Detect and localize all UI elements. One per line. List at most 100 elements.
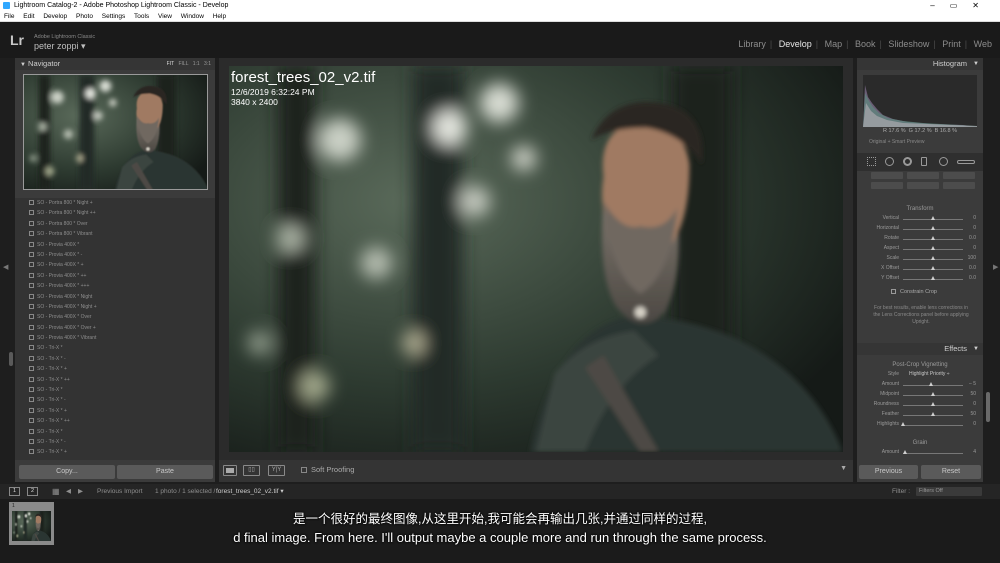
right-scrollbar[interactable] <box>986 392 990 422</box>
preset-item[interactable]: SO - Tri-X * <box>15 343 215 353</box>
slider-value[interactable]: 0.0 <box>969 275 976 281</box>
slider-knob-icon[interactable] <box>930 412 935 416</box>
preset-item[interactable]: SO - Tri-X * <box>15 427 215 437</box>
slider-knob-icon[interactable] <box>930 226 935 230</box>
zoom-fill[interactable]: FILL <box>178 61 188 67</box>
preset-item[interactable]: SO - Provia 400X * Over <box>15 312 215 322</box>
collapse-triangle-icon[interactable]: ▼ <box>973 58 979 70</box>
slider-value[interactable]: 0 <box>973 215 976 221</box>
preset-item[interactable]: SO - Tri-X * + <box>15 406 215 416</box>
style-dropdown[interactable]: Highlight Priority ÷ <box>909 371 950 377</box>
module-print[interactable]: Print <box>942 39 961 49</box>
menu-file[interactable]: File <box>4 13 14 20</box>
module-map[interactable]: Map <box>825 39 843 49</box>
preset-item[interactable]: SO - Portra 800 * Night ++ <box>15 208 215 218</box>
slider-knob-icon[interactable] <box>930 216 935 220</box>
slider-track[interactable] <box>903 425 963 426</box>
slider-knob-icon[interactable] <box>930 276 935 280</box>
preset-item[interactable]: SO - Provia 400X * ++ <box>15 271 215 281</box>
compare-view-icon[interactable]: Y|Y <box>268 465 285 476</box>
preset-item[interactable]: SO - Tri-X * <box>15 385 215 395</box>
grid-view-icon[interactable]: ▦ <box>52 484 60 499</box>
preset-item[interactable]: SO - Portra 800 * Night + <box>15 198 215 208</box>
constrain-crop-checkbox[interactable] <box>891 289 896 294</box>
upright-button[interactable] <box>943 172 975 179</box>
left-panel-toggle-icon[interactable]: ◀ <box>3 263 8 271</box>
slider-track[interactable] <box>903 453 963 454</box>
copy-button[interactable]: Copy... <box>19 465 115 479</box>
back-arrow-icon[interactable]: ◀ <box>66 484 71 499</box>
slider-knob-icon[interactable] <box>930 246 935 250</box>
loupe-view-icon[interactable] <box>223 465 237 476</box>
crop-tool-icon[interactable] <box>867 157 876 166</box>
page-1-button[interactable]: 1 <box>9 487 20 496</box>
upright-button[interactable] <box>943 182 975 189</box>
upright-button[interactable] <box>871 172 903 179</box>
radial-filter-icon[interactable] <box>939 157 948 166</box>
reset-button[interactable]: Reset <box>921 465 981 479</box>
slider-value[interactable]: 0.0 <box>969 235 976 241</box>
preset-item[interactable]: SO - Portra 800 * Over <box>15 219 215 229</box>
preset-item[interactable]: SO - Portra 800 * Vibrant <box>15 229 215 239</box>
preset-item[interactable]: SO - Provia 400X * Vibrant <box>15 333 215 343</box>
slider-value[interactable]: 0 <box>973 421 976 427</box>
slider-value[interactable]: 50 <box>970 411 976 417</box>
preset-item[interactable]: SO - Tri-X * - <box>15 354 215 364</box>
upright-button[interactable] <box>907 172 939 179</box>
zoom-fit[interactable]: FIT <box>167 61 174 67</box>
filter-dropdown[interactable]: Filters Off <box>916 487 982 496</box>
menu-photo[interactable]: Photo <box>76 13 93 20</box>
main-photo[interactable] <box>229 66 843 452</box>
forward-arrow-icon[interactable]: ▶ <box>78 484 83 499</box>
menu-view[interactable]: View <box>158 13 172 20</box>
toolbar-menu-icon[interactable]: ▼ <box>840 465 847 472</box>
collapse-triangle-icon[interactable]: ▼ <box>20 62 26 68</box>
upright-button[interactable] <box>907 182 939 189</box>
module-slideshow[interactable]: Slideshow <box>888 39 929 49</box>
navigator-preview[interactable] <box>23 74 208 190</box>
menu-edit[interactable]: Edit <box>23 13 34 20</box>
preset-item[interactable]: SO - Provia 400X * Night <box>15 292 215 302</box>
paste-button[interactable]: Paste <box>117 465 213 479</box>
slider-knob-icon[interactable] <box>930 266 935 270</box>
menu-tools[interactable]: Tools <box>134 13 149 20</box>
module-develop[interactable]: Develop <box>779 39 812 49</box>
navigator-header[interactable]: ▼ Navigator FIT FILL 1:1 3:1 <box>15 58 215 70</box>
preset-item[interactable]: SO - Provia 400X * Over + <box>15 323 215 333</box>
slider-value[interactable]: 4 <box>973 449 976 455</box>
slider-knob-icon[interactable] <box>930 256 935 260</box>
constrain-crop-toggle[interactable]: Constrain Crop <box>891 289 937 295</box>
preset-item[interactable]: SO - Tri-X * ++ <box>15 416 215 426</box>
selected-filename[interactable]: forest_trees_02_v2.tif ▾ <box>216 484 284 499</box>
module-book[interactable]: Book <box>855 39 876 49</box>
slider-value[interactable]: 0 <box>973 245 976 251</box>
slider-value[interactable]: – 5 <box>969 381 976 387</box>
slider-track[interactable] <box>903 385 963 386</box>
slider-knob-icon[interactable] <box>930 236 935 240</box>
preset-item[interactable]: SO - Tri-X * - <box>15 437 215 447</box>
preset-item[interactable]: SO - Provia 400X * +++ <box>15 281 215 291</box>
slider-value[interactable]: 0 <box>973 401 976 407</box>
left-scrollbar[interactable] <box>9 352 13 366</box>
menu-help[interactable]: Help <box>213 13 226 20</box>
page-2-button[interactable]: 2 <box>27 487 38 496</box>
preset-item[interactable]: SO - Provia 400X * - <box>15 250 215 260</box>
red-eye-icon[interactable] <box>903 157 912 166</box>
minimize-button[interactable]: – <box>930 1 949 10</box>
slider-value[interactable]: 0 <box>973 225 976 231</box>
user-name[interactable]: peter zoppi ▾ <box>34 41 86 52</box>
slider-knob-icon[interactable] <box>930 392 935 396</box>
effects-header[interactable]: Effects ▼ <box>857 343 983 355</box>
slider-value[interactable]: 50 <box>970 391 976 397</box>
previous-button[interactable]: Previous <box>859 465 918 479</box>
soft-proofing-checkbox[interactable] <box>301 467 307 473</box>
slider-knob-icon[interactable] <box>900 422 905 426</box>
filmstrip-source[interactable]: Previous Import <box>97 484 143 499</box>
histogram-header[interactable]: Histogram ▼ <box>857 58 983 70</box>
close-button[interactable]: ✕ <box>972 1 994 10</box>
zoom-1-1[interactable]: 1:1 <box>193 61 200 67</box>
menu-settings[interactable]: Settings <box>102 13 126 20</box>
histogram[interactable] <box>863 75 977 127</box>
maximize-button[interactable]: ▭ <box>950 1 973 10</box>
before-after-view-icon[interactable]: ▯▯ <box>243 465 260 476</box>
